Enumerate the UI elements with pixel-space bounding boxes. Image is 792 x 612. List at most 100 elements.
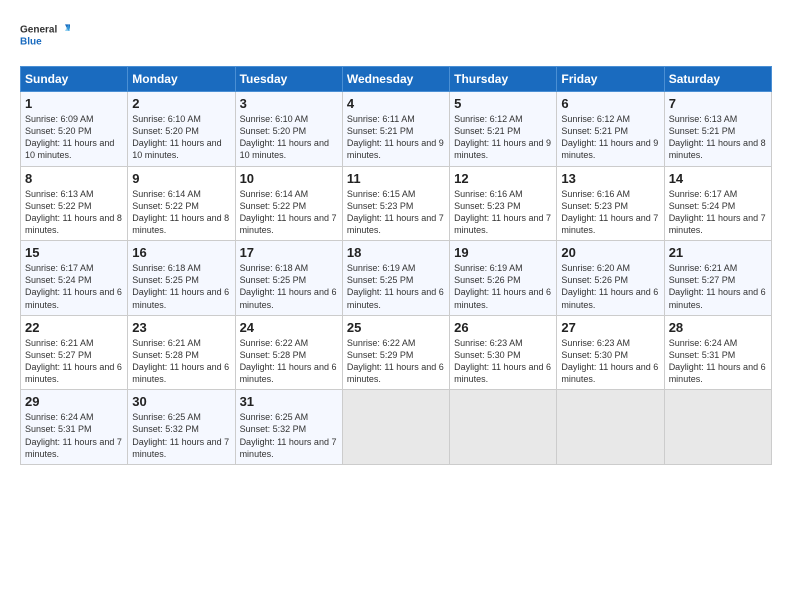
cell-info: Sunrise: 6:14 AMSunset: 5:22 PMDaylight:…: [132, 189, 229, 235]
day-number: 1: [25, 96, 123, 111]
day-cell: [664, 390, 771, 465]
day-number: 21: [669, 245, 767, 260]
day-number: 2: [132, 96, 230, 111]
cell-info: Sunrise: 6:18 AMSunset: 5:25 PMDaylight:…: [132, 263, 229, 309]
day-cell: [450, 390, 557, 465]
day-cell: 13 Sunrise: 6:16 AMSunset: 5:23 PMDaylig…: [557, 166, 664, 241]
day-number: 8: [25, 171, 123, 186]
day-cell: 25 Sunrise: 6:22 AMSunset: 5:29 PMDaylig…: [342, 315, 449, 390]
cell-info: Sunrise: 6:14 AMSunset: 5:22 PMDaylight:…: [240, 189, 337, 235]
day-cell: 7 Sunrise: 6:13 AMSunset: 5:21 PMDayligh…: [664, 92, 771, 167]
day-number: 18: [347, 245, 445, 260]
col-header-tuesday: Tuesday: [235, 67, 342, 92]
logo-svg: General Blue: [20, 16, 70, 56]
cell-info: Sunrise: 6:10 AMSunset: 5:20 PMDaylight:…: [132, 114, 221, 160]
cell-info: Sunrise: 6:22 AMSunset: 5:28 PMDaylight:…: [240, 338, 337, 384]
day-cell: 30 Sunrise: 6:25 AMSunset: 5:32 PMDaylig…: [128, 390, 235, 465]
header-row: SundayMondayTuesdayWednesdayThursdayFrid…: [21, 67, 772, 92]
day-number: 22: [25, 320, 123, 335]
cell-info: Sunrise: 6:15 AMSunset: 5:23 PMDaylight:…: [347, 189, 444, 235]
cell-info: Sunrise: 6:10 AMSunset: 5:20 PMDaylight:…: [240, 114, 329, 160]
day-cell: 8 Sunrise: 6:13 AMSunset: 5:22 PMDayligh…: [21, 166, 128, 241]
svg-text:General: General: [20, 25, 57, 36]
col-header-thursday: Thursday: [450, 67, 557, 92]
day-number: 19: [454, 245, 552, 260]
cell-info: Sunrise: 6:20 AMSunset: 5:26 PMDaylight:…: [561, 263, 658, 309]
day-number: 31: [240, 394, 338, 409]
col-header-monday: Monday: [128, 67, 235, 92]
day-number: 28: [669, 320, 767, 335]
day-number: 12: [454, 171, 552, 186]
col-header-friday: Friday: [557, 67, 664, 92]
cell-info: Sunrise: 6:23 AMSunset: 5:30 PMDaylight:…: [454, 338, 551, 384]
day-number: 14: [669, 171, 767, 186]
cell-info: Sunrise: 6:09 AMSunset: 5:20 PMDaylight:…: [25, 114, 114, 160]
day-cell: 9 Sunrise: 6:14 AMSunset: 5:22 PMDayligh…: [128, 166, 235, 241]
day-cell: 1 Sunrise: 6:09 AMSunset: 5:20 PMDayligh…: [21, 92, 128, 167]
day-number: 15: [25, 245, 123, 260]
cell-info: Sunrise: 6:13 AMSunset: 5:21 PMDaylight:…: [669, 114, 766, 160]
day-cell: 17 Sunrise: 6:18 AMSunset: 5:25 PMDaylig…: [235, 241, 342, 316]
week-row-4: 22 Sunrise: 6:21 AMSunset: 5:27 PMDaylig…: [21, 315, 772, 390]
day-cell: 5 Sunrise: 6:12 AMSunset: 5:21 PMDayligh…: [450, 92, 557, 167]
day-number: 17: [240, 245, 338, 260]
day-number: 3: [240, 96, 338, 111]
day-number: 27: [561, 320, 659, 335]
day-cell: 29 Sunrise: 6:24 AMSunset: 5:31 PMDaylig…: [21, 390, 128, 465]
day-number: 23: [132, 320, 230, 335]
day-number: 16: [132, 245, 230, 260]
week-row-3: 15 Sunrise: 6:17 AMSunset: 5:24 PMDaylig…: [21, 241, 772, 316]
cell-info: Sunrise: 6:21 AMSunset: 5:27 PMDaylight:…: [25, 338, 122, 384]
day-cell: [557, 390, 664, 465]
day-cell: 14 Sunrise: 6:17 AMSunset: 5:24 PMDaylig…: [664, 166, 771, 241]
day-cell: 20 Sunrise: 6:20 AMSunset: 5:26 PMDaylig…: [557, 241, 664, 316]
cell-info: Sunrise: 6:23 AMSunset: 5:30 PMDaylight:…: [561, 338, 658, 384]
day-cell: 10 Sunrise: 6:14 AMSunset: 5:22 PMDaylig…: [235, 166, 342, 241]
logo: General Blue: [20, 16, 70, 56]
day-number: 5: [454, 96, 552, 111]
cell-info: Sunrise: 6:21 AMSunset: 5:27 PMDaylight:…: [669, 263, 766, 309]
cell-info: Sunrise: 6:21 AMSunset: 5:28 PMDaylight:…: [132, 338, 229, 384]
day-cell: 3 Sunrise: 6:10 AMSunset: 5:20 PMDayligh…: [235, 92, 342, 167]
cell-info: Sunrise: 6:19 AMSunset: 5:25 PMDaylight:…: [347, 263, 444, 309]
day-cell: 26 Sunrise: 6:23 AMSunset: 5:30 PMDaylig…: [450, 315, 557, 390]
day-number: 26: [454, 320, 552, 335]
week-row-1: 1 Sunrise: 6:09 AMSunset: 5:20 PMDayligh…: [21, 92, 772, 167]
day-cell: 6 Sunrise: 6:12 AMSunset: 5:21 PMDayligh…: [557, 92, 664, 167]
day-number: 9: [132, 171, 230, 186]
header: General Blue: [20, 16, 772, 56]
cell-info: Sunrise: 6:25 AMSunset: 5:32 PMDaylight:…: [240, 412, 337, 458]
cell-info: Sunrise: 6:24 AMSunset: 5:31 PMDaylight:…: [25, 412, 122, 458]
day-cell: 15 Sunrise: 6:17 AMSunset: 5:24 PMDaylig…: [21, 241, 128, 316]
page: General Blue SundayMondayTuesdayWednesda…: [0, 0, 792, 612]
day-cell: 12 Sunrise: 6:16 AMSunset: 5:23 PMDaylig…: [450, 166, 557, 241]
week-row-2: 8 Sunrise: 6:13 AMSunset: 5:22 PMDayligh…: [21, 166, 772, 241]
day-number: 11: [347, 171, 445, 186]
cell-info: Sunrise: 6:16 AMSunset: 5:23 PMDaylight:…: [561, 189, 658, 235]
cell-info: Sunrise: 6:24 AMSunset: 5:31 PMDaylight:…: [669, 338, 766, 384]
cell-info: Sunrise: 6:22 AMSunset: 5:29 PMDaylight:…: [347, 338, 444, 384]
svg-text:Blue: Blue: [20, 36, 42, 47]
day-cell: 27 Sunrise: 6:23 AMSunset: 5:30 PMDaylig…: [557, 315, 664, 390]
cell-info: Sunrise: 6:17 AMSunset: 5:24 PMDaylight:…: [25, 263, 122, 309]
day-cell: 23 Sunrise: 6:21 AMSunset: 5:28 PMDaylig…: [128, 315, 235, 390]
day-cell: 16 Sunrise: 6:18 AMSunset: 5:25 PMDaylig…: [128, 241, 235, 316]
cell-info: Sunrise: 6:16 AMSunset: 5:23 PMDaylight:…: [454, 189, 551, 235]
day-cell: 18 Sunrise: 6:19 AMSunset: 5:25 PMDaylig…: [342, 241, 449, 316]
day-cell: 19 Sunrise: 6:19 AMSunset: 5:26 PMDaylig…: [450, 241, 557, 316]
day-cell: 31 Sunrise: 6:25 AMSunset: 5:32 PMDaylig…: [235, 390, 342, 465]
day-number: 29: [25, 394, 123, 409]
day-number: 30: [132, 394, 230, 409]
cell-info: Sunrise: 6:19 AMSunset: 5:26 PMDaylight:…: [454, 263, 551, 309]
day-number: 25: [347, 320, 445, 335]
col-header-sunday: Sunday: [21, 67, 128, 92]
day-number: 24: [240, 320, 338, 335]
week-row-5: 29 Sunrise: 6:24 AMSunset: 5:31 PMDaylig…: [21, 390, 772, 465]
day-number: 7: [669, 96, 767, 111]
day-cell: 22 Sunrise: 6:21 AMSunset: 5:27 PMDaylig…: [21, 315, 128, 390]
cell-info: Sunrise: 6:25 AMSunset: 5:32 PMDaylight:…: [132, 412, 229, 458]
cell-info: Sunrise: 6:18 AMSunset: 5:25 PMDaylight:…: [240, 263, 337, 309]
col-header-wednesday: Wednesday: [342, 67, 449, 92]
calendar-table: SundayMondayTuesdayWednesdayThursdayFrid…: [20, 66, 772, 465]
day-number: 4: [347, 96, 445, 111]
